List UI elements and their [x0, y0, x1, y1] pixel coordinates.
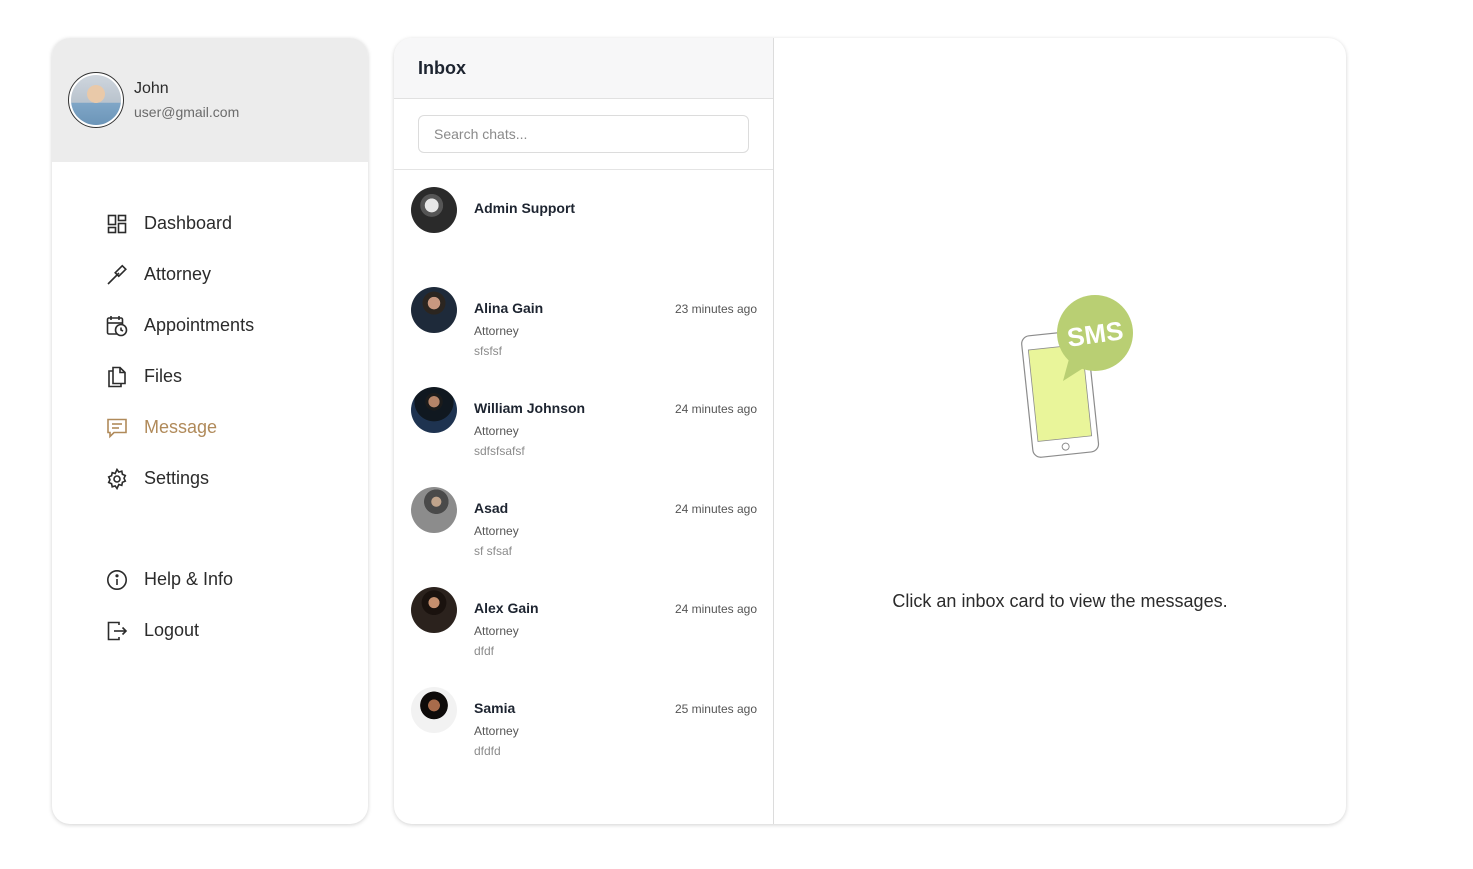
sidebar-item-logout[interactable]: Logout: [106, 605, 254, 656]
avatar: [411, 687, 457, 733]
user-email: user@gmail.com: [134, 104, 240, 120]
chat-list: Admin Support Alina Gain Attorney sfsfsf…: [394, 170, 773, 770]
messages-panel: Inbox Admin Support Alina Gain Attorney …: [394, 38, 1346, 824]
chat-card[interactable]: Alina Gain Attorney sfsfsf 23 minutes ag…: [394, 270, 773, 370]
sidebar-item-help[interactable]: Help & Info: [106, 554, 254, 605]
avatar: [411, 287, 457, 333]
user-profile[interactable]: John user@gmail.com: [52, 38, 368, 162]
chat-name: Admin Support: [474, 200, 576, 216]
sidebar-item-message[interactable]: Message: [106, 402, 254, 453]
sidebar-item-files[interactable]: Files: [106, 351, 254, 402]
sms-phone-illustration: SMS: [1021, 295, 1133, 458]
logout-icon: [106, 620, 128, 642]
calendar-clock-icon: [106, 315, 128, 337]
chat-role: Attorney: [474, 624, 519, 638]
inbox-header: Inbox: [394, 38, 773, 99]
inbox-column: Inbox Admin Support Alina Gain Attorney …: [394, 38, 774, 824]
chat-time: 24 minutes ago: [674, 602, 757, 616]
sidebar-item-dashboard[interactable]: Dashboard: [106, 198, 254, 249]
sidebar-item-label: Logout: [144, 620, 200, 640]
sidebar-item-label: Files: [144, 366, 183, 386]
chat-role: Attorney: [474, 524, 519, 538]
sidebar-item-appointments[interactable]: Appointments: [106, 300, 254, 351]
gavel-icon: [106, 264, 128, 286]
avatar: [411, 187, 457, 233]
chat-card[interactable]: Samia Attorney dfdfd 25 minutes ago: [394, 670, 773, 770]
info-icon: [106, 569, 128, 591]
gear-icon: [106, 467, 128, 490]
chat-card[interactable]: William Johnson Attorney sdfsfsafsf 24 m…: [394, 370, 773, 470]
sidebar-item-label: Dashboard: [144, 213, 233, 233]
chat-time: 23 minutes ago: [674, 302, 757, 316]
chat-card[interactable]: Asad Attorney sf sfsaf 24 minutes ago: [394, 470, 773, 570]
sidebar-item-label: Help & Info: [144, 569, 234, 589]
avatar: [68, 72, 124, 128]
empty-state-message: Click an inbox card to view the messages…: [892, 591, 1228, 611]
chat-role: Attorney: [474, 724, 519, 738]
message-icon: [106, 417, 128, 439]
sidebar-item-attorney[interactable]: Attorney: [106, 249, 254, 300]
avatar: [411, 487, 457, 533]
chat-name: William Johnson: [474, 400, 586, 416]
sidebar-item-label: Attorney: [144, 264, 212, 284]
dashboard-icon: [106, 213, 128, 235]
chat-time: 24 minutes ago: [674, 402, 757, 416]
chat-card[interactable]: Alex Gain Attorney dfdf 24 minutes ago: [394, 570, 773, 670]
chat-name: Asad: [474, 500, 509, 516]
avatar: [411, 587, 457, 633]
search-input[interactable]: [418, 115, 749, 153]
sidebar-item-label: Message: [144, 417, 218, 437]
chat-name: Alina Gain: [474, 300, 544, 316]
sidebar-item-settings[interactable]: Settings: [106, 453, 254, 504]
chat-name: Samia: [474, 700, 516, 716]
chat-name: Alex Gain: [474, 600, 539, 616]
sidebar-nav: Dashboard Attorney Appointments Files Me…: [106, 198, 254, 656]
sidebar-item-label: Appointments: [144, 315, 255, 335]
chat-role: Attorney: [474, 324, 519, 338]
sidebar: John user@gmail.com Dashboard Attorney A…: [52, 38, 368, 824]
search-bar: [394, 99, 773, 170]
sidebar-item-label: Settings: [144, 468, 210, 488]
chat-last-message: dfdfd: [474, 744, 501, 758]
chat-last-message: sfsfsf: [474, 344, 503, 358]
chat-time: 24 minutes ago: [674, 502, 757, 516]
files-icon: [106, 366, 128, 388]
chat-time: 25 minutes ago: [674, 702, 757, 716]
chat-last-message: sdfsfsafsf: [474, 444, 525, 458]
avatar: [411, 387, 457, 433]
inbox-title: Inbox: [418, 57, 466, 78]
message-view: SMS Click an inbox card to view the mess…: [774, 38, 1346, 824]
chat-last-message: sf sfsaf: [474, 544, 513, 558]
chat-card[interactable]: Admin Support: [394, 170, 773, 270]
chat-last-message: dfdf: [474, 644, 495, 658]
chat-role: Attorney: [474, 424, 519, 438]
user-name: John: [134, 80, 169, 97]
